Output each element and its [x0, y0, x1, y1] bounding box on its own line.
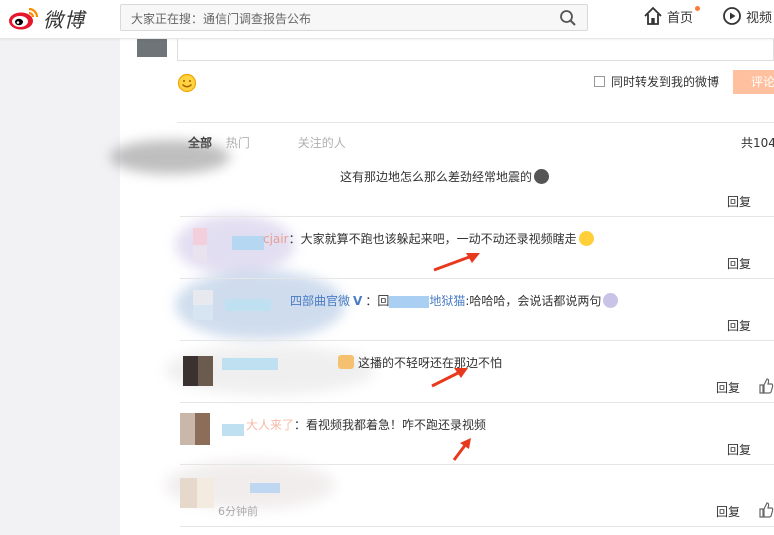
- comment-1-text: 这有那边地怎么那么差劲经常地震的: [340, 168, 550, 185]
- emoji-picker-icon[interactable]: [177, 73, 197, 93]
- forward-label: 同时转发到我的微博: [611, 75, 720, 89]
- reply-button[interactable]: 回复: [727, 255, 751, 272]
- reply-button[interactable]: 回复: [716, 503, 740, 520]
- redaction-smudge: [110, 140, 230, 174]
- avatar[interactable]: [180, 478, 214, 508]
- comment-divider: [180, 402, 774, 403]
- comment-username[interactable]: 四部曲官微: [290, 294, 350, 308]
- comment-divider: [180, 278, 774, 279]
- red-arrow-icon: [452, 438, 471, 461]
- like-icon[interactable]: [758, 502, 774, 518]
- red-arrow-icon: [433, 253, 480, 272]
- comment-2-text: cjair：大家就算不跑也该躲起来吧，一动不动还录视频瞎走: [263, 230, 594, 247]
- laugh-emoji-icon: [578, 231, 594, 246]
- username-redacted: [232, 236, 264, 250]
- avatar[interactable]: [183, 356, 213, 386]
- comment-4-text: 这播的不轻呀还在那边不怕: [338, 354, 502, 371]
- comment-divider: [180, 340, 774, 341]
- comment-username[interactable]: 大人来了: [246, 418, 294, 432]
- home-icon: [644, 6, 662, 25]
- comment-5-text: 大人来了：看视频我都着急！咋不跑还录视频: [246, 416, 486, 433]
- comment-divider: [180, 526, 774, 527]
- left-margin: [0, 39, 120, 535]
- nav-home-label: 首页: [667, 10, 694, 26]
- tab-hot[interactable]: 热门: [226, 136, 250, 150]
- notification-dot: [695, 6, 700, 11]
- comment-text: ：大家就算不跑也该躲起来吧，一动不动还录视频瞎走: [288, 232, 577, 246]
- avatar[interactable]: [180, 413, 210, 445]
- comment-text: ：回: [365, 294, 390, 308]
- weibo-eye-icon: [9, 7, 39, 30]
- username-redacted: [222, 358, 278, 370]
- comment-username[interactable]: cjair: [263, 232, 289, 246]
- comment-total-count: 共104: [741, 136, 774, 150]
- comment-textarea[interactable]: [177, 39, 774, 61]
- top-nav-bar: 微博 大家正在搜：通信门调查报告公布 首页 视频: [0, 0, 774, 39]
- cat-emoji-icon: [603, 293, 619, 308]
- username-redacted: [222, 424, 244, 436]
- username-redacted: [250, 483, 280, 493]
- nav-video-link[interactable]: 视频: [722, 6, 772, 26]
- search-icon[interactable]: [559, 9, 577, 27]
- weibo-logo[interactable]: 微博: [8, 4, 85, 32]
- comment-divider: [180, 464, 774, 465]
- submit-comment-button[interactable]: 评论: [733, 70, 774, 94]
- comment-divider: [180, 216, 774, 217]
- like-icon[interactable]: [758, 378, 774, 394]
- avatar[interactable]: [193, 290, 213, 320]
- search-input[interactable]: 大家正在搜：通信门调查报告公布: [120, 4, 588, 31]
- current-user-avatar[interactable]: [137, 39, 167, 57]
- panda-emoji-icon: [534, 169, 550, 184]
- username-redacted: [225, 299, 271, 311]
- reply-button[interactable]: 回复: [727, 193, 751, 210]
- red-arrow-icon: [431, 368, 468, 388]
- comment-text: ：看视频我都着急！咋不跑还录视频: [294, 418, 487, 432]
- comment-3-text: 四部曲官微 V ：回 地狱猫:哈哈哈，会说话都说两句: [290, 292, 619, 309]
- video-icon: [723, 7, 741, 25]
- search-placeholder: 大家正在搜：通信门调查报告公布: [131, 12, 312, 26]
- nav-home-link[interactable]: 首页: [643, 6, 700, 26]
- nav-video-label: 视频: [746, 10, 773, 26]
- comment-timestamp: 6分钟前: [218, 505, 258, 518]
- tab-following[interactable]: 关注的人: [298, 136, 346, 150]
- thumb-emoji-icon: [338, 355, 354, 369]
- comment-text-2: :哈哈哈，会说话都说两句: [465, 294, 602, 308]
- reply-button[interactable]: 回复: [727, 317, 751, 334]
- comment-text: 这有那边地怎么那么差劲经常地震的: [340, 170, 533, 184]
- forward-checkbox[interactable]: [594, 76, 605, 87]
- reply-button[interactable]: 回复: [716, 379, 740, 396]
- composer-divider: [177, 122, 774, 123]
- reply-button[interactable]: 回复: [727, 441, 751, 458]
- logo-text: 微博: [43, 7, 85, 32]
- avatar[interactable]: [193, 228, 207, 262]
- mention-redacted: [389, 295, 430, 308]
- mention-link[interactable]: 地狱猫: [429, 294, 465, 308]
